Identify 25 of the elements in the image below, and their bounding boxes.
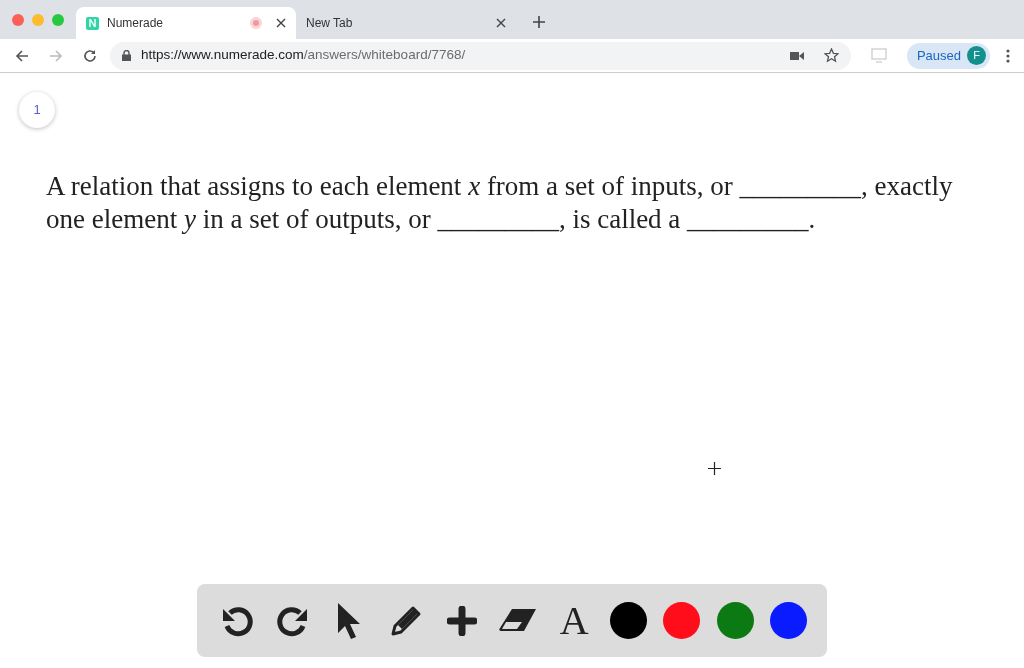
profile-button[interactable]: Paused F	[906, 42, 990, 69]
url-text: https://www.numerade.com/answers/whiteboard/7768/	[141, 46, 466, 65]
question-text: A relation that assigns to each element x from a set of inputs, or _________, exactly one element y in a set of outputs, or _________, is called a _________.	[46, 170, 954, 236]
new-tab-icon[interactable]	[532, 15, 546, 29]
crosshair-cursor-icon	[708, 462, 721, 475]
star-icon[interactable]	[823, 48, 839, 63]
color-swatch[interactable]	[663, 602, 701, 639]
text-tool-button[interactable]: A	[554, 600, 595, 641]
browser-tab[interactable]: Numerade	[76, 7, 296, 39]
browser-tab[interactable]: New Tab	[296, 7, 516, 39]
page-number[interactable]: 1	[19, 92, 55, 128]
whiteboard-canvas[interactable]: 1 A relation that assigns to each element x from a set of inputs, or _________, exactly one element y in a set of outputs, or _________, is called a _________. A	[0, 73, 1024, 667]
close-tab-icon[interactable]	[276, 18, 286, 28]
camera-icon[interactable]	[789, 50, 804, 61]
site-favicon-icon	[86, 16, 99, 30]
lock-icon	[122, 50, 131, 61]
menu-icon[interactable]	[1006, 48, 1010, 63]
close-tab-icon[interactable]	[496, 18, 506, 28]
avatar: F	[967, 46, 986, 65]
color-swatch[interactable]	[716, 602, 754, 639]
address-bar[interactable]: https://www.numerade.com/answers/whiteboard/7768/	[110, 41, 851, 70]
reload-icon[interactable]	[83, 48, 97, 63]
back-arrow-icon[interactable]	[15, 48, 29, 63]
color-swatch[interactable]	[769, 602, 807, 639]
color-swatch[interactable]	[610, 602, 648, 639]
